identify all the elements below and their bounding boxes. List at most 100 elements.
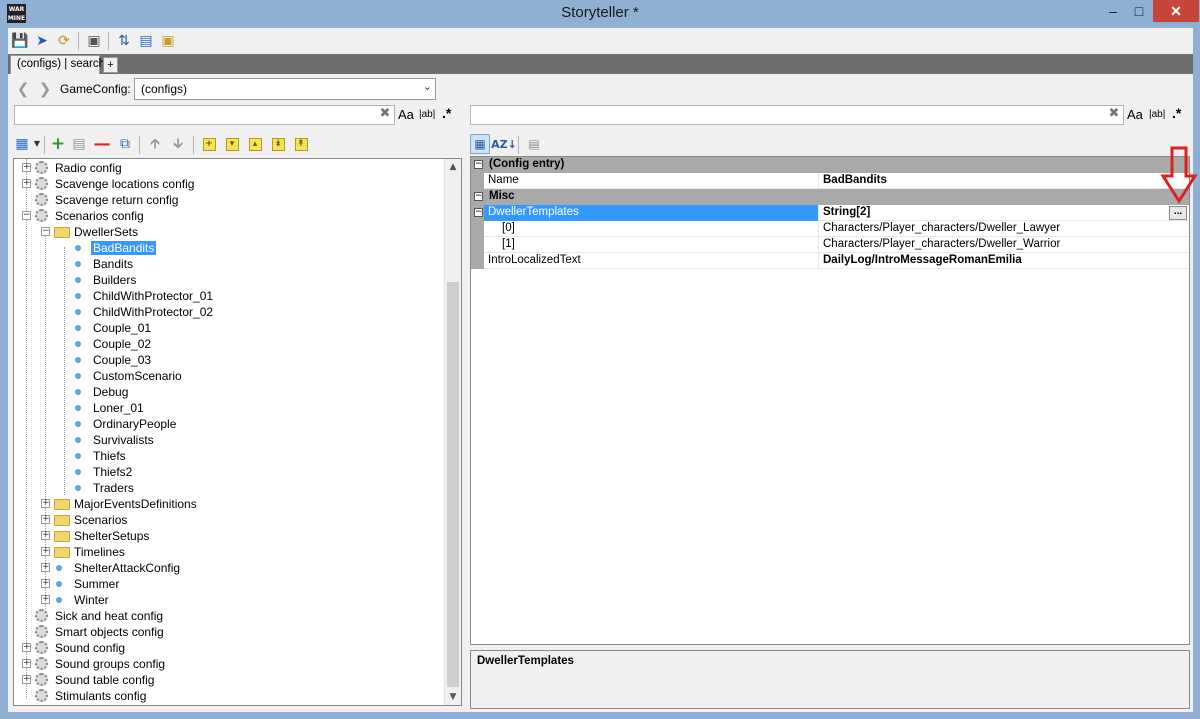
- tree-item[interactable]: + Radio config: [14, 160, 444, 176]
- tree-item[interactable]: + Scenarios: [14, 512, 444, 528]
- add-folder-icon[interactable]: ▤: [71, 136, 87, 152]
- folder-icon[interactable]: ▣: [158, 31, 178, 51]
- ellipsis-button[interactable]: ...: [1169, 206, 1187, 220]
- tree-item[interactable]: Debug: [14, 384, 444, 400]
- property-value[interactable]: Characters/Player_characters/Dweller_War…: [819, 237, 1189, 253]
- duplicate-icon[interactable]: ⧉: [117, 136, 133, 152]
- tree-item[interactable]: Sick and heat config: [14, 608, 444, 624]
- property-value[interactable]: String[2]...: [819, 205, 1189, 221]
- move-top-icon[interactable]: ↟: [293, 136, 309, 152]
- maximize-button[interactable]: □: [1126, 0, 1152, 22]
- tree-item[interactable]: Scavenge return config: [14, 192, 444, 208]
- collapse-icon[interactable]: −: [474, 192, 483, 201]
- tree-item[interactable]: + Scavenge locations config: [14, 176, 444, 192]
- list-view-icon[interactable]: ▤: [136, 31, 156, 51]
- property-pages-icon[interactable]: ▤: [524, 134, 544, 154]
- grid-row[interactable]: [1] Characters/Player_characters/Dweller_…: [471, 237, 1189, 253]
- match-case-toggle[interactable]: Aa: [398, 107, 414, 122]
- grid-row[interactable]: Name BadBandits: [471, 173, 1189, 189]
- tree-item[interactable]: + MajorEventsDefinitions: [14, 496, 444, 512]
- match-case-toggle[interactable]: Aa: [1127, 107, 1143, 122]
- tree-item[interactable]: − DwellerSets: [14, 224, 444, 240]
- collapse-icon[interactable]: −: [22, 211, 31, 220]
- property-value[interactable]: BadBandits: [819, 173, 1189, 189]
- tree-item[interactable]: Thiefs: [14, 448, 444, 464]
- expand-icon[interactable]: +: [22, 179, 31, 188]
- tree-item[interactable]: Smart objects config: [14, 624, 444, 640]
- tree-item[interactable]: Couple_02: [14, 336, 444, 352]
- view-menu-icon[interactable]: ▦: [14, 136, 30, 152]
- grid-search-input[interactable]: [470, 105, 1124, 125]
- tree-item[interactable]: ChildWithProtector_01: [14, 288, 444, 304]
- minimize-button[interactable]: –: [1100, 0, 1126, 22]
- expand-icon[interactable]: +: [22, 163, 31, 172]
- property-grid[interactable]: − (Config entry) Name BadBandits − Misc − Dwell…: [470, 156, 1190, 645]
- tree-item[interactable]: − Scenarios config: [14, 208, 444, 224]
- collapse-icon[interactable]: −: [474, 160, 483, 169]
- scroll-thumb[interactable]: [447, 282, 459, 687]
- property-value[interactable]: Characters/Player_characters/Dweller_Law…: [819, 221, 1189, 237]
- gameconfig-combo[interactable]: (configs) ⌄: [134, 78, 436, 100]
- title-bar[interactable]: WAR MINE Storyteller * – □ ✕: [0, 0, 1200, 27]
- tree-item[interactable]: + ShelterAttackConfig: [14, 560, 444, 576]
- tree-item[interactable]: Stimulants config: [14, 688, 444, 704]
- whole-word-toggle[interactable]: |ab|: [419, 109, 435, 120]
- expand-icon[interactable]: +: [22, 659, 31, 668]
- tree-item[interactable]: + Sound config: [14, 640, 444, 656]
- expand-icon[interactable]: +: [41, 563, 50, 572]
- grid-row[interactable]: IntroLocalizedText DailyLog/IntroMessageR…: [471, 253, 1189, 269]
- tree-item[interactable]: Survivalists: [14, 432, 444, 448]
- clear-search-icon[interactable]: ✖: [378, 107, 392, 121]
- property-value[interactable]: DailyLog/IntroMessageRomanEmilia: [819, 253, 1189, 269]
- tree-item[interactable]: + ShelterSetups: [14, 528, 444, 544]
- expand-icon[interactable]: +: [41, 515, 50, 524]
- sort-alpha-icon[interactable]: AZ↓: [491, 134, 517, 154]
- tree-item[interactable]: + Sound groups config: [14, 656, 444, 672]
- move-up-icon[interactable]: 🡱: [147, 136, 163, 152]
- tree-item[interactable]: Couple_01: [14, 320, 444, 336]
- close-button[interactable]: ✕: [1153, 0, 1199, 22]
- regex-toggle[interactable]: .*: [442, 105, 451, 121]
- expand-all-icon[interactable]: +: [201, 136, 217, 152]
- tree-item[interactable]: ChildWithProtector_02: [14, 304, 444, 320]
- add-icon[interactable]: +: [50, 135, 66, 152]
- expand-icon[interactable]: +: [41, 531, 50, 540]
- grid-category[interactable]: − (Config entry): [471, 157, 1189, 173]
- tree-item[interactable]: + Winter: [14, 592, 444, 608]
- play-icon[interactable]: ➤: [32, 31, 52, 51]
- expand-icon[interactable]: +: [41, 499, 50, 508]
- expand-icon[interactable]: +: [41, 547, 50, 556]
- collapse-icon[interactable]: ▾: [224, 136, 240, 152]
- add-tab-button[interactable]: +: [103, 57, 118, 73]
- grid-row[interactable]: − DwellerTemplates String[2]...: [471, 205, 1189, 221]
- refresh-icon[interactable]: ⟳: [54, 31, 74, 51]
- grid-category[interactable]: − Misc: [471, 189, 1189, 205]
- remove-icon[interactable]: —: [94, 135, 111, 152]
- tree-item[interactable]: Couple_03: [14, 352, 444, 368]
- chevron-down-icon[interactable]: ▼: [29, 136, 45, 152]
- collapse-icon[interactable]: −: [474, 208, 483, 217]
- tab-configs-search[interactable]: (configs) | search: [10, 55, 105, 74]
- config-tree[interactable]: + Radio config + Scavenge locations config S…: [13, 158, 462, 706]
- collapse-icon[interactable]: −: [41, 227, 50, 236]
- tree-item[interactable]: Thiefs2: [14, 464, 444, 480]
- grid-row[interactable]: [0] Characters/Player_characters/Dweller_…: [471, 221, 1189, 237]
- move-down-icon[interactable]: 🡳: [170, 136, 186, 152]
- tree-item[interactable]: + Sound table config: [14, 672, 444, 688]
- scroll-down-icon[interactable]: ▼: [445, 689, 461, 705]
- scroll-up-icon[interactable]: ▲: [445, 159, 461, 175]
- categorized-view-icon[interactable]: ▦: [470, 134, 490, 154]
- tree-item[interactable]: Bandits: [14, 256, 444, 272]
- back-arrow-icon[interactable]: ❮: [14, 80, 32, 98]
- preview-icon[interactable]: ▣: [84, 31, 104, 51]
- tree-item[interactable]: Builders: [14, 272, 444, 288]
- expand-icon[interactable]: +: [22, 643, 31, 652]
- clear-search-icon[interactable]: ✖: [1107, 107, 1121, 121]
- expand-icon[interactable]: +: [22, 675, 31, 684]
- tree-item[interactable]: + Summer: [14, 576, 444, 592]
- expand-icon[interactable]: +: [41, 579, 50, 588]
- tree-item[interactable]: Traders: [14, 480, 444, 496]
- save-icon[interactable]: 💾: [10, 31, 30, 51]
- expand-up-icon[interactable]: ▴: [247, 136, 263, 152]
- sort-updown-icon[interactable]: ⇅: [114, 31, 134, 51]
